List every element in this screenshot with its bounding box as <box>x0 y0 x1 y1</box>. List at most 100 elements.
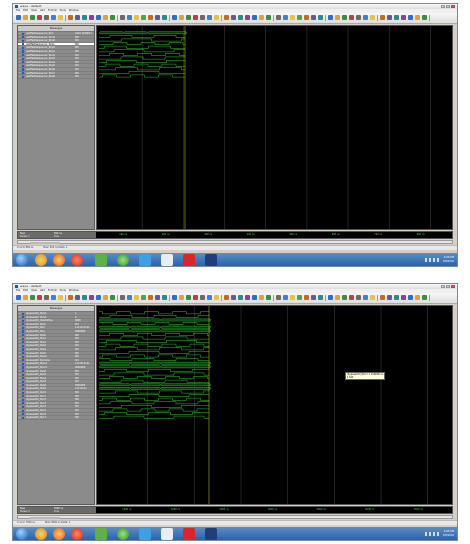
signal-row[interactable]: + /selfTestSequencer_tb/q8 St0 <box>18 75 94 79</box>
expand-icon[interactable]: + <box>19 50 21 52</box>
expand-icon[interactable]: + <box>19 344 21 347</box>
toolbar-button-icon[interactable] <box>30 295 35 300</box>
acrobat-icon[interactable] <box>183 528 195 540</box>
toolbar-button-icon[interactable] <box>349 295 354 300</box>
toolbar-button-icon[interactable] <box>422 295 427 300</box>
toolbar-button-icon[interactable] <box>148 15 153 20</box>
modelsim-taskbar-icon[interactable] <box>205 254 217 266</box>
toolbar-button-icon[interactable] <box>134 15 139 20</box>
toolbar-button-icon[interactable] <box>318 295 323 300</box>
toolbar-button-icon[interactable] <box>214 15 219 20</box>
toolbar-button-icon[interactable] <box>179 15 184 20</box>
toolbar-button-icon[interactable] <box>380 15 385 20</box>
toolbar-button-icon[interactable] <box>214 295 219 300</box>
toolbar-button-icon[interactable] <box>141 295 146 300</box>
toolbar-button-icon[interactable] <box>328 15 333 20</box>
toolbar-button-icon[interactable] <box>172 15 177 20</box>
media-icon[interactable] <box>71 254 83 266</box>
expand-icon[interactable]: + <box>19 348 21 350</box>
toolbar-button-icon[interactable] <box>335 295 340 300</box>
toolbar-button-icon[interactable] <box>370 295 375 300</box>
acrobat-icon[interactable] <box>183 254 195 266</box>
toolbar-button-icon[interactable] <box>276 295 281 300</box>
expand-icon[interactable]: + <box>19 54 21 56</box>
toolbar-button-icon[interactable] <box>30 15 35 20</box>
toolbar-button-icon[interactable] <box>172 295 177 300</box>
toolbar-button-icon[interactable] <box>186 15 191 20</box>
expand-icon[interactable]: + <box>19 32 21 35</box>
toolbar-button-icon[interactable] <box>363 15 368 20</box>
expand-icon[interactable]: + <box>19 391 21 394</box>
toolbar-button-icon[interactable] <box>394 295 399 300</box>
browser-icon[interactable] <box>53 254 65 266</box>
toolbar-button-icon[interactable] <box>335 15 340 20</box>
toolbar-button-icon[interactable] <box>290 15 295 20</box>
toolbar-button-icon[interactable] <box>23 15 28 20</box>
toolbar-button-icon[interactable] <box>290 295 295 300</box>
toolbar-button-icon[interactable] <box>422 15 427 20</box>
expand-icon[interactable]: + <box>19 373 21 376</box>
toolbar-button-icon[interactable] <box>259 295 264 300</box>
toolbar-button-icon[interactable] <box>68 295 73 300</box>
toolbar-button-icon[interactable] <box>311 15 316 20</box>
toolbar-button-icon[interactable] <box>37 295 42 300</box>
toolbar-button-icon[interactable] <box>252 295 257 300</box>
expand-icon[interactable]: + <box>19 413 21 415</box>
toolbar-button-icon[interactable] <box>16 295 21 300</box>
toolbar-button-icon[interactable] <box>276 15 281 20</box>
expand-icon[interactable]: + <box>19 68 21 70</box>
toolbar-button-icon[interactable] <box>162 295 167 300</box>
app-icon[interactable] <box>117 254 129 266</box>
toolbar-button-icon[interactable] <box>304 15 309 20</box>
toolbar-button-icon[interactable] <box>127 295 132 300</box>
files-icon[interactable] <box>161 528 173 540</box>
toolbar-button-icon[interactable] <box>37 15 42 20</box>
minimize-icon[interactable] <box>441 285 445 288</box>
toolbar-button-icon[interactable] <box>16 15 21 20</box>
toolbar-button-icon[interactable] <box>58 15 63 20</box>
expand-icon[interactable]: + <box>19 326 21 329</box>
folder-icon[interactable] <box>95 254 107 266</box>
toolbar-button-icon[interactable] <box>356 295 361 300</box>
folder-icon[interactable] <box>95 528 107 540</box>
toolbar-button-icon[interactable] <box>207 295 212 300</box>
expand-icon[interactable]: + <box>19 43 21 45</box>
expand-icon[interactable]: + <box>19 362 21 365</box>
toolbar-button-icon[interactable] <box>134 295 139 300</box>
toolbar-button-icon[interactable] <box>401 295 406 300</box>
waveform-pane[interactable] <box>96 25 453 230</box>
waveform-pane[interactable]: /bypassCtrl_tb/c1 1 100000 ns 1 St0 <box>96 305 453 505</box>
expand-icon[interactable]: + <box>19 405 21 408</box>
toolbar-button-icon[interactable] <box>89 15 94 20</box>
toolbar-button-icon[interactable] <box>68 15 73 20</box>
expand-icon[interactable]: + <box>19 75 21 78</box>
signal-row[interactable]: + /bypassCtrl_tb/c7 St0 <box>18 416 94 420</box>
expand-icon[interactable]: + <box>19 377 21 379</box>
toolbar-button-icon[interactable] <box>75 15 80 20</box>
toolbar-button-icon[interactable] <box>162 15 167 20</box>
toolbar-button-icon[interactable] <box>408 15 413 20</box>
expand-icon[interactable]: + <box>19 409 21 412</box>
toolbar-button-icon[interactable] <box>51 15 56 20</box>
toolbar-button-icon[interactable] <box>155 295 160 300</box>
toolbar-button-icon[interactable] <box>259 15 264 20</box>
toolbar-button-icon[interactable] <box>387 295 392 300</box>
toolbar-button-icon[interactable] <box>200 295 205 300</box>
toolbar-button-icon[interactable] <box>356 15 361 20</box>
toolbar-button-icon[interactable] <box>82 15 87 20</box>
toolbar-button-icon[interactable] <box>224 295 229 300</box>
toolbar-button-icon[interactable] <box>415 15 420 20</box>
toolbar-button-icon[interactable] <box>96 295 101 300</box>
horizontal-scrollbar[interactable] <box>17 515 453 519</box>
expand-icon[interactable]: + <box>19 366 21 368</box>
expand-icon[interactable]: + <box>19 323 21 325</box>
toolbar-button-icon[interactable] <box>51 295 56 300</box>
scroll-thumb[interactable] <box>30 241 60 244</box>
expand-icon[interactable]: + <box>19 312 21 315</box>
toolbar-button-icon[interactable] <box>380 295 385 300</box>
toolbar-button-icon[interactable] <box>238 295 243 300</box>
expand-icon[interactable]: + <box>19 57 21 60</box>
toolbar-button-icon[interactable] <box>342 15 347 20</box>
skype-icon[interactable] <box>139 254 151 266</box>
toolbar-button-icon[interactable] <box>304 295 309 300</box>
